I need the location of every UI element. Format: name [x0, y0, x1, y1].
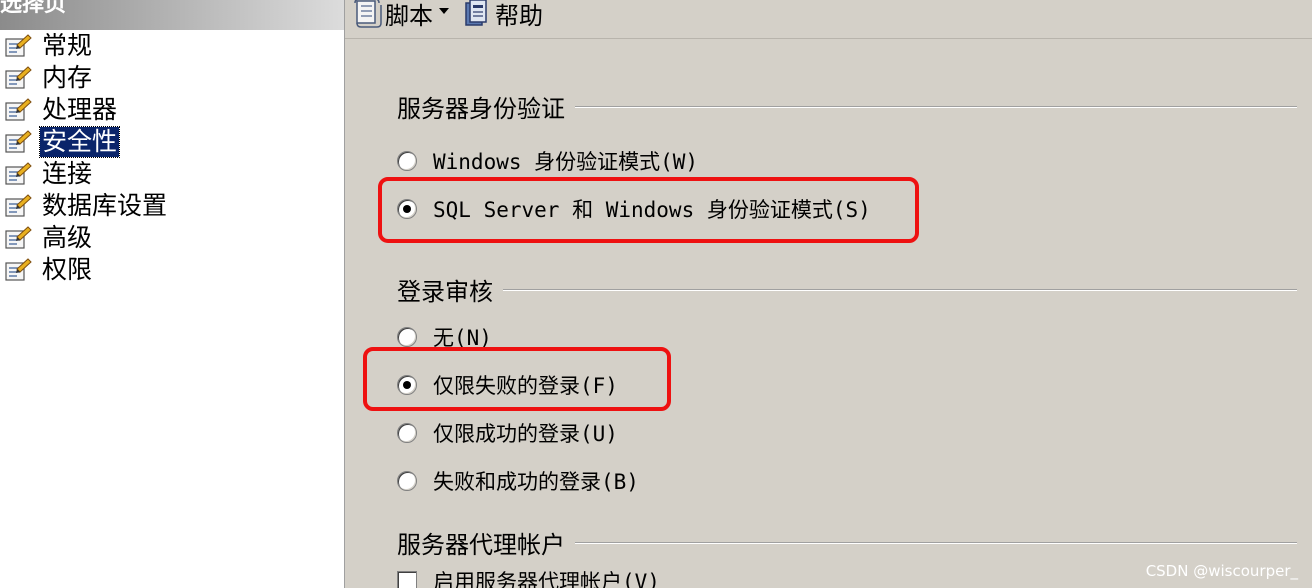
page-item-general[interactable]: 常规 [0, 30, 344, 62]
windows-auth-radio-option[interactable]: Windows 身份验证模式(W) [397, 145, 698, 177]
server-authentication-section: 服务器身份验证 [397, 89, 1297, 124]
page-properties-icon [0, 158, 36, 190]
audit-both-radio-option[interactable]: 失败和成功的登录(B) [397, 465, 639, 497]
page-properties-icon [0, 126, 36, 158]
page-item-label: 数据库设置 [42, 191, 168, 220]
page-properties-icon [0, 94, 36, 126]
audit-success-only-label: 仅限成功的登录(U) [433, 422, 618, 446]
audit-success-only-radio[interactable] [397, 423, 417, 443]
page-properties-icon [0, 254, 36, 286]
server-proxy-account-section: 服务器代理帐户 [397, 525, 1297, 560]
page-item-security[interactable]: 安全性 [0, 126, 344, 158]
page-item-advanced[interactable]: 高级 [0, 222, 344, 254]
page-item-database-settings[interactable]: 数据库设置 [0, 190, 344, 222]
windows-auth-label: Windows 身份验证模式(W) [433, 150, 699, 174]
help-button[interactable]: 帮助 [461, 0, 543, 30]
highlight-box-audit-mode [363, 347, 671, 411]
select-page-header: 选择页 [0, 0, 344, 30]
page-item-processors[interactable]: 处理器 [0, 94, 344, 126]
enable-proxy-option[interactable]: 启用服务器代理帐户(V) [397, 565, 660, 588]
page-item-label: 内存 [42, 63, 93, 92]
page-item-label: 安全性 [38, 126, 121, 158]
section-title: 服务器代理帐户 [397, 531, 565, 559]
script-button[interactable]: 脚本 [351, 0, 455, 30]
section-title: 服务器身份验证 [397, 95, 565, 123]
audit-none-radio[interactable] [397, 327, 417, 347]
toolbar: 脚本 帮助 [345, 0, 1312, 39]
page-item-label: 连接 [42, 159, 93, 188]
enable-proxy-label: 启用服务器代理帐户(V) [433, 570, 660, 588]
select-page-pane: 选择页 常规 内存 处理器 安全性 连接 数据库设置 高级 权限 [0, 0, 345, 588]
page-properties-icon [0, 30, 36, 62]
server-properties-window: 选择页 常规 内存 处理器 安全性 连接 数据库设置 高级 权限 脚本 帮助 服… [0, 0, 1312, 588]
page-item-label: 处理器 [42, 95, 118, 124]
security-page-content: 服务器身份验证 Windows 身份验证模式(W) SQL Server 和 W… [345, 39, 1312, 588]
script-label: 脚本 [385, 1, 433, 30]
highlight-box-auth-mode [378, 177, 919, 243]
section-divider [575, 105, 1297, 108]
help-book-icon [461, 0, 495, 29]
page-item-connections[interactable]: 连接 [0, 158, 344, 190]
section-divider [575, 541, 1297, 544]
page-item-memory[interactable]: 内存 [0, 62, 344, 94]
page-list: 常规 内存 处理器 安全性 连接 数据库设置 高级 权限 [0, 30, 344, 286]
audit-both-radio[interactable] [397, 471, 417, 491]
windows-auth-radio[interactable] [397, 151, 417, 171]
page-properties-icon [0, 190, 36, 222]
section-title: 登录审核 [397, 278, 493, 306]
login-auditing-section: 登录审核 [397, 272, 1297, 307]
select-page-header-label: 选择页 [0, 0, 67, 17]
help-label: 帮助 [495, 1, 543, 30]
page-item-permissions[interactable]: 权限 [0, 254, 344, 286]
section-divider [503, 288, 1297, 291]
audit-success-only-radio-option[interactable]: 仅限成功的登录(U) [397, 417, 618, 449]
watermark: CSDN @wiscourper_ [1145, 562, 1298, 580]
page-properties-icon [0, 62, 36, 94]
page-item-label: 高级 [42, 223, 93, 252]
page-item-label: 常规 [42, 31, 93, 60]
script-dropdown-arrow-icon[interactable] [433, 0, 455, 29]
script-icon [351, 0, 385, 29]
page-properties-icon [0, 222, 36, 254]
audit-both-label: 失败和成功的登录(B) [433, 470, 639, 494]
page-item-label: 权限 [42, 255, 93, 284]
enable-proxy-checkbox[interactable] [397, 571, 417, 588]
